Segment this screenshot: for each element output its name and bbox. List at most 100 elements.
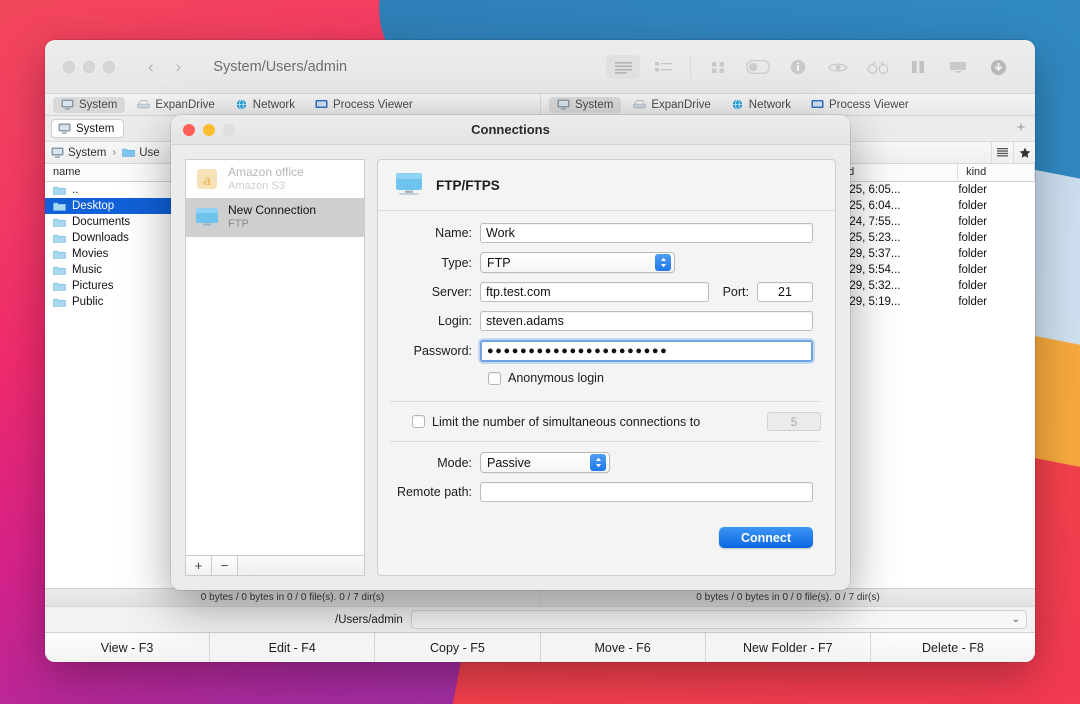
mode-row: Mode: Passive	[390, 452, 813, 473]
move-f6-button[interactable]: Move - F6	[540, 633, 706, 662]
tab-system-left[interactable]: System	[53, 96, 126, 113]
tab-system-right[interactable]: System	[549, 96, 622, 113]
list-item[interactable]: New Connection FTP	[186, 198, 364, 237]
limit-connections-checkbox[interactable]	[412, 415, 425, 428]
file-kind: folder	[958, 248, 988, 260]
view-f3-button[interactable]: View - F3	[45, 633, 211, 662]
protocol-header: FTP/FTPS	[378, 160, 835, 211]
server-row: Server: ftp.test.com Port: 21	[390, 282, 813, 302]
anonymous-login-checkbox[interactable]	[488, 371, 501, 385]
limit-connections-row[interactable]: Limit the number of simultaneous connect…	[378, 412, 835, 431]
form-divider-bottom	[390, 441, 821, 442]
dialog-body: a Amazon office Amazon S3 New Connection…	[171, 145, 850, 590]
toggle-icon[interactable]	[741, 55, 775, 79]
tab-expandrive-right[interactable]: ExpanDrive	[625, 97, 718, 113]
tab-label: ExpanDrive	[651, 98, 711, 111]
new-folder-f7-button[interactable]: New Folder - F7	[705, 633, 871, 662]
file-name: ..	[72, 184, 79, 196]
forward-icon[interactable]: ›	[176, 58, 182, 75]
computer-icon	[61, 99, 74, 110]
computer-icon	[557, 99, 570, 110]
window-title: System/Users/admin	[213, 58, 348, 75]
maximize-button[interactable]	[103, 60, 115, 73]
add-connection-button[interactable]: +	[186, 556, 212, 575]
name-field[interactable]: Work	[480, 223, 813, 243]
list-view-icon[interactable]	[606, 55, 640, 79]
column-header-kind[interactable]: kind	[958, 164, 1035, 181]
edit-f4-button[interactable]: Edit - F4	[210, 633, 376, 662]
file-name: Documents	[72, 216, 131, 228]
server-label: Server:	[431, 285, 472, 299]
connect-button[interactable]: Connect	[719, 527, 813, 548]
tab-process-viewer-left[interactable]: Process Viewer	[307, 97, 421, 113]
download-icon[interactable]	[981, 55, 1015, 79]
login-field[interactable]: steven.adams	[480, 311, 813, 331]
breadcrumb-folder[interactable]: Use	[139, 147, 159, 159]
remove-connection-button[interactable]: −	[212, 556, 238, 575]
right-tab-strip: System ExpanDrive Network Process Viewer	[540, 94, 1035, 116]
favorites-star-icon[interactable]	[1013, 142, 1035, 163]
info-icon[interactable]	[781, 55, 815, 79]
dialog-titlebar: Connections	[171, 115, 850, 145]
file-kind: folder	[958, 216, 988, 228]
tab-label: Process Viewer	[828, 98, 909, 111]
breadcrumb-root[interactable]: System	[68, 147, 106, 159]
remote-path-field[interactable]	[480, 482, 813, 502]
binoculars-icon[interactable]	[861, 55, 895, 79]
tab-label: ExpanDrive	[155, 98, 215, 111]
type-row: Type: FTP	[390, 252, 813, 273]
mode-select[interactable]: Passive	[480, 452, 610, 473]
tab-process-viewer-right[interactable]: Process Viewer	[803, 97, 917, 113]
limit-connections-value[interactable]: 5	[767, 412, 821, 431]
close-button[interactable]	[63, 60, 75, 73]
copy-f5-button[interactable]: Copy - F5	[375, 633, 541, 662]
globe-icon	[731, 99, 744, 110]
list-item[interactable]: a Amazon office Amazon S3	[186, 160, 364, 198]
grid-view-icon[interactable]	[701, 55, 735, 79]
tab-network-right[interactable]: Network	[723, 97, 799, 113]
type-select[interactable]: FTP	[480, 252, 675, 273]
protocol-title: FTP/FTPS	[436, 177, 500, 193]
left-status-bar: 0 bytes / 0 bytes in 0 / 0 file(s). 0 / …	[45, 588, 540, 606]
add-tab-icon[interactable]: +	[1011, 118, 1031, 137]
drive-icon	[633, 99, 647, 110]
eye-icon[interactable]	[821, 55, 855, 79]
tab-network-left[interactable]: Network	[227, 97, 303, 113]
tab-label: Network	[252, 98, 295, 111]
amazon-icon: a	[194, 166, 220, 192]
transfer-settings: Mode: Passive Remote path:	[378, 452, 835, 517]
server-field[interactable]: ftp.test.com	[480, 282, 709, 302]
password-field[interactable]: ●●●●●●●●●●●●●●●●●●●●●●	[480, 340, 813, 362]
connection-text: Amazon office Amazon S3	[228, 165, 304, 192]
split-icon[interactable]	[901, 55, 935, 79]
folder-icon	[53, 233, 66, 244]
mode-value: Passive	[487, 455, 531, 470]
list-options-icon[interactable]	[991, 142, 1013, 163]
tab-expandrive-left[interactable]: ExpanDrive	[129, 97, 222, 113]
delete-f8-button[interactable]: Delete - F8	[870, 633, 1035, 662]
left-tab-strip: System ExpanDrive Network Process Viewer	[45, 94, 540, 116]
folder-icon	[53, 265, 66, 276]
folder-icon	[53, 185, 66, 196]
folder-icon	[53, 201, 66, 212]
right-status-bar: 0 bytes / 0 bytes in 0 / 0 file(s). 0 / …	[541, 588, 1035, 606]
toolbar-divider	[690, 57, 691, 77]
password-label: Password:	[413, 344, 472, 358]
command-input[interactable]: ⌄	[410, 610, 1027, 629]
screen-icon[interactable]	[941, 55, 975, 79]
back-icon[interactable]: ‹	[148, 58, 154, 75]
chevron-updown-icon	[655, 254, 671, 271]
chevron-down-icon[interactable]: ⌄	[1012, 614, 1020, 625]
folder-icon	[122, 147, 135, 158]
monitor-icon	[811, 99, 824, 110]
left-path-button[interactable]: System	[51, 119, 125, 138]
anonymous-login-row[interactable]: Anonymous login	[390, 371, 813, 385]
column-view-icon[interactable]	[646, 55, 680, 79]
password-row: Password: ●●●●●●●●●●●●●●●●●●●●●●	[390, 340, 813, 362]
login-label: Login:	[437, 314, 472, 328]
connections-list[interactable]: a Amazon office Amazon S3 New Connection…	[185, 159, 365, 555]
port-field[interactable]: 21	[757, 282, 813, 302]
file-kind: folder	[958, 280, 988, 292]
file-name: Downloads	[72, 232, 129, 244]
minimize-button[interactable]	[83, 60, 95, 73]
